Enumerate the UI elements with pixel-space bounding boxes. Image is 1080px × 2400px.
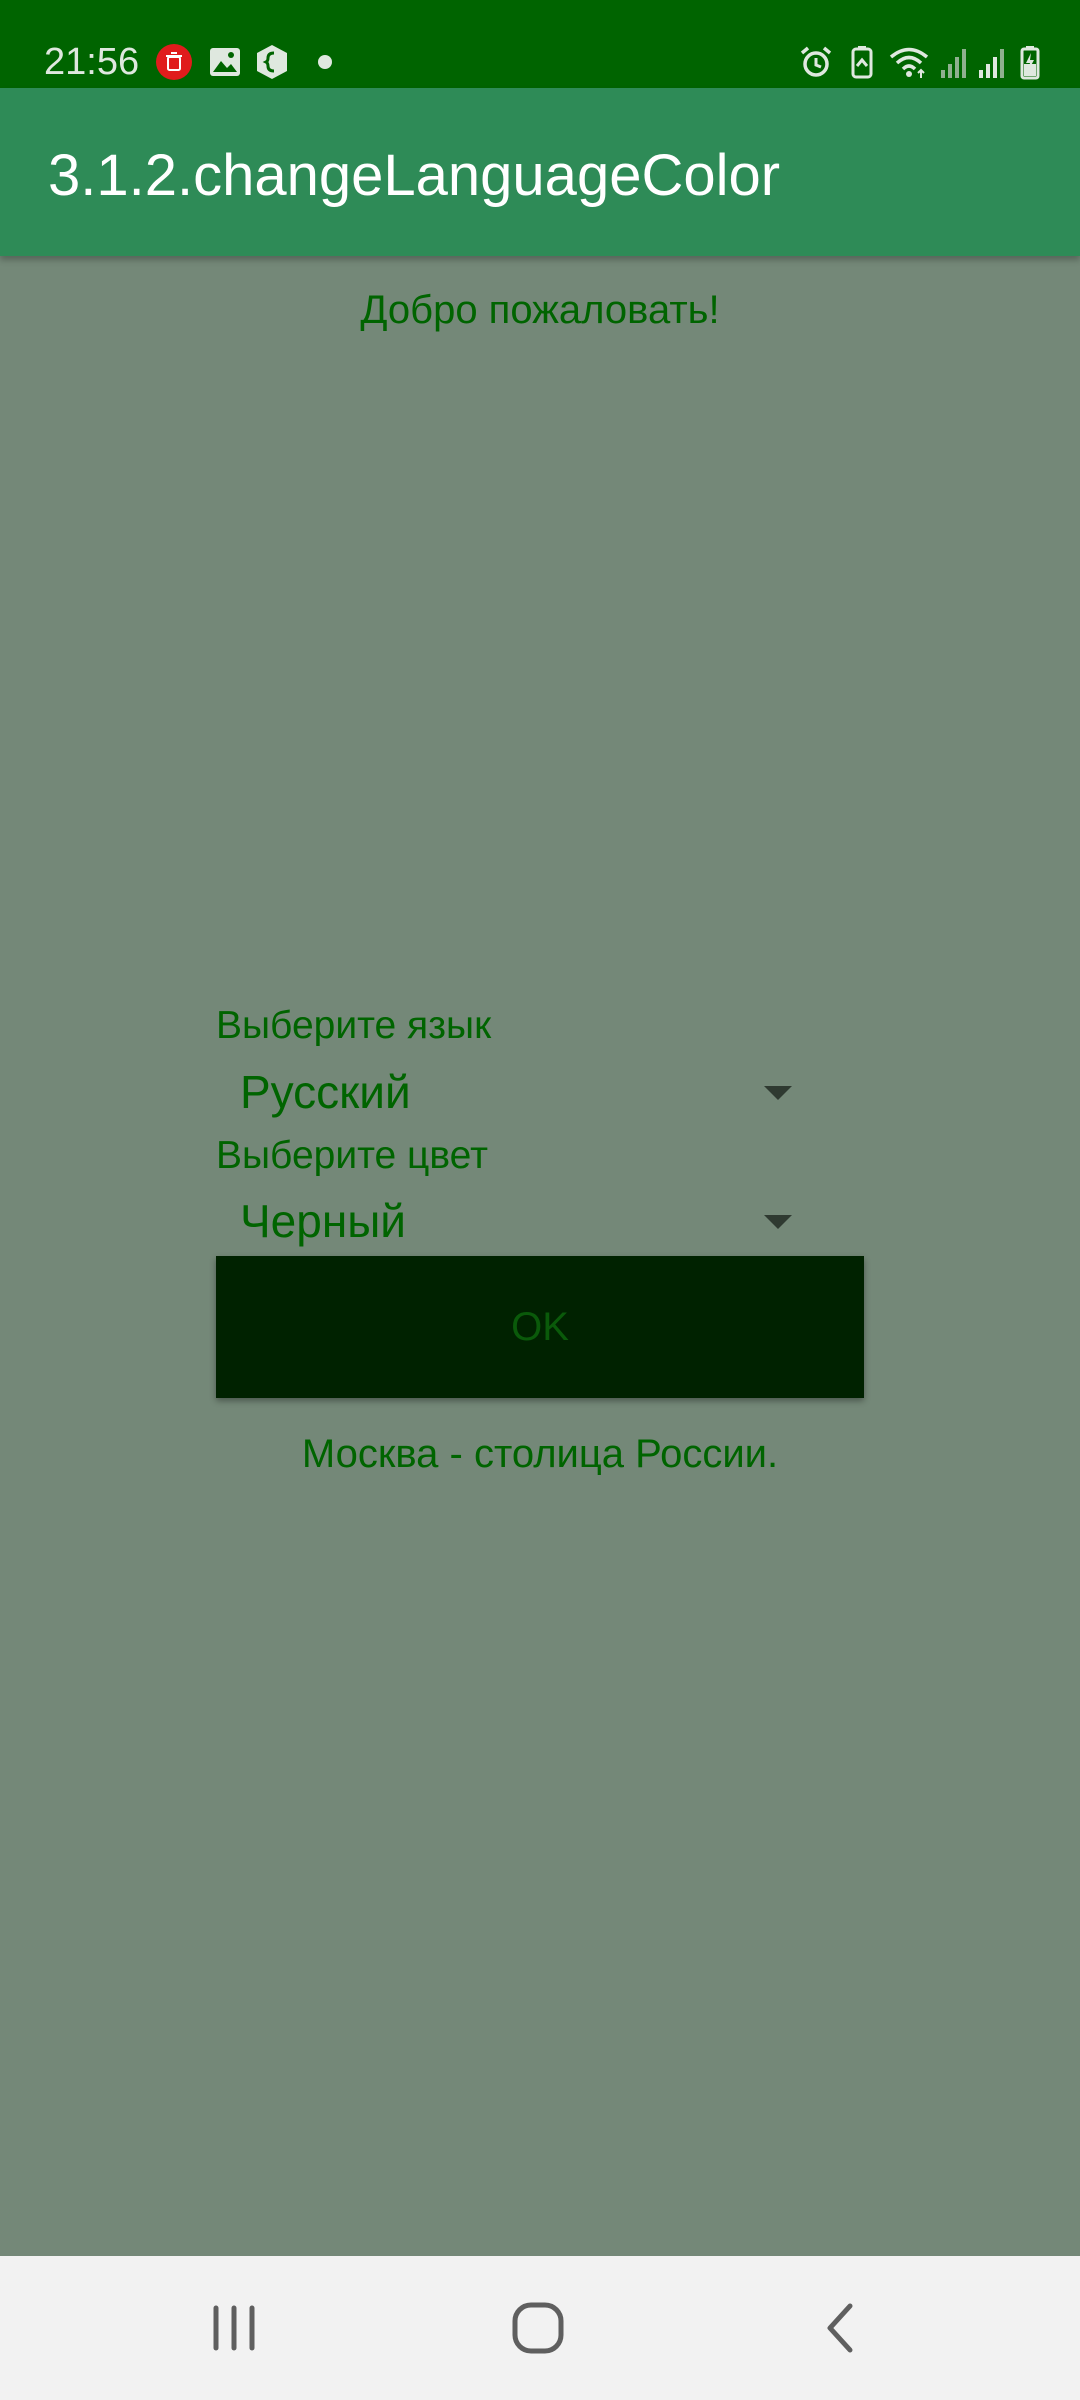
signal-icon-2 xyxy=(979,49,1004,78)
capital-text: Москва - столица России. xyxy=(301,1432,779,1476)
color-spinner[interactable]: Черный xyxy=(216,1175,816,1267)
app-title: 3.1.2.changeLanguageColor xyxy=(48,143,781,208)
language-spinner-value: Русский xyxy=(240,1066,411,1118)
back-icon[interactable] xyxy=(804,2292,876,2364)
delete-notification-icon xyxy=(156,44,192,80)
app-shield-icon xyxy=(257,45,287,79)
ok-button[interactable]: OK xyxy=(216,1256,864,1398)
status-bar: 21:56 xyxy=(0,0,1080,88)
signal-icon xyxy=(941,49,966,78)
alarm-icon xyxy=(800,46,832,77)
battery-saver-icon xyxy=(851,46,873,79)
image-icon xyxy=(210,48,240,76)
language-spinner[interactable]: Русский xyxy=(216,1046,816,1138)
app-bar: 3.1.2.changeLanguageColor xyxy=(0,88,1080,256)
battery-charging-icon xyxy=(1020,46,1040,80)
home-icon[interactable] xyxy=(502,2292,574,2364)
welcome-text: Добро пожаловать! xyxy=(360,288,720,332)
dot-indicator xyxy=(318,55,332,69)
dropdown-arrow-icon xyxy=(764,1215,792,1229)
language-label: Выберите язык xyxy=(216,1004,492,1047)
nav-bar xyxy=(0,2256,1080,2400)
color-label: Выберите цвет xyxy=(216,1134,488,1177)
color-spinner-value: Черный xyxy=(240,1195,406,1247)
screen: 21:56 3.1.2.changeLanguageColor Добро по… xyxy=(0,0,1080,2400)
status-time: 21:56 xyxy=(44,41,140,83)
dropdown-arrow-icon xyxy=(764,1086,792,1100)
recent-apps-icon[interactable] xyxy=(198,2292,270,2364)
wifi-icon xyxy=(889,47,929,78)
